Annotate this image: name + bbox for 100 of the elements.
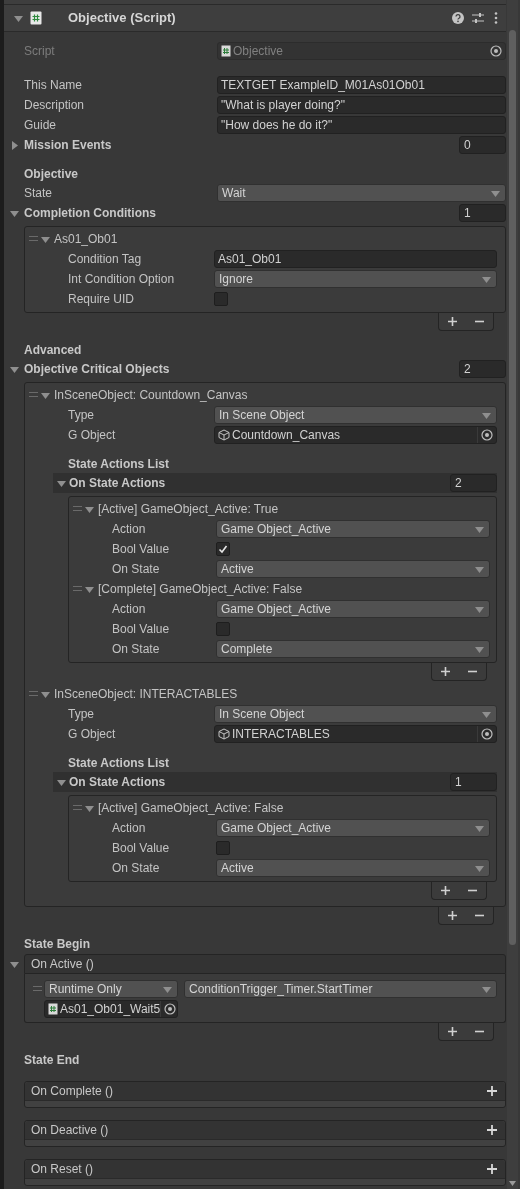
add-button[interactable] xyxy=(487,1125,497,1135)
text-field[interactable]: As01_Ob01 xyxy=(214,250,497,268)
scrollbar[interactable] xyxy=(507,0,518,1189)
cube-icon xyxy=(218,429,230,441)
field-label: Bool Value xyxy=(112,621,171,638)
object-field[interactable]: Countdown_Canvas xyxy=(214,426,497,444)
cube-icon xyxy=(218,728,230,740)
kebab-icon xyxy=(494,12,498,24)
element-title: InSceneObject: INTERACTABLES xyxy=(54,686,238,703)
object-field[interactable]: INTERACTABLES xyxy=(214,725,497,743)
target-icon xyxy=(481,429,493,441)
field-label: Int Condition Option xyxy=(68,271,176,288)
presets-button[interactable] xyxy=(472,12,484,24)
element-title: [Active] GameObject_Active: False xyxy=(98,800,284,817)
caret-down-icon xyxy=(491,188,500,198)
plus-icon xyxy=(487,1125,497,1135)
help-button[interactable] xyxy=(452,12,464,24)
field-label: Bool Value xyxy=(112,840,171,857)
caret-down-icon xyxy=(475,524,484,534)
caret-down-icon xyxy=(475,863,484,873)
add-button[interactable] xyxy=(441,886,450,895)
text-field[interactable]: "How does he do it?" xyxy=(217,116,506,134)
drag-handle-icon xyxy=(33,986,42,992)
section-header: State End xyxy=(24,1052,81,1069)
add-button[interactable] xyxy=(487,1086,497,1096)
foldout-label: Objective Critical Objects xyxy=(24,361,171,378)
component-header[interactable]: Objective (Script) xyxy=(4,5,506,32)
caret-down-icon xyxy=(482,410,491,420)
add-button[interactable] xyxy=(448,1027,457,1036)
field-label: Require UID xyxy=(68,291,136,308)
plus-icon xyxy=(487,1086,497,1096)
checkbox[interactable] xyxy=(216,622,230,636)
foldout-label: Completion Conditions xyxy=(24,205,157,222)
caret-down-icon xyxy=(475,604,484,614)
field-label: Action xyxy=(112,820,147,837)
section-header: State Actions List xyxy=(68,755,170,772)
menu-button[interactable] xyxy=(494,12,498,24)
list-header[interactable]: On State Actions 2 xyxy=(53,473,497,493)
dropdown[interactable]: Runtime Only xyxy=(44,980,178,998)
list-header[interactable]: On State Actions 1 xyxy=(53,772,497,792)
plus-icon xyxy=(448,1027,457,1036)
field-label: This Name xyxy=(24,77,83,94)
foldout-label: On State Actions xyxy=(69,774,167,791)
target-icon xyxy=(490,45,502,57)
count-field[interactable]: 1 xyxy=(459,204,506,222)
drag-handle-icon xyxy=(73,506,82,512)
dropdown[interactable]: Complete xyxy=(216,640,490,658)
component-title: Objective (Script) xyxy=(68,9,177,28)
caret-down-icon xyxy=(475,644,484,654)
field-label: Action xyxy=(112,601,147,618)
plus-icon xyxy=(487,1164,497,1174)
drag-handle-icon xyxy=(73,805,82,811)
dropdown[interactable]: Wait xyxy=(217,184,506,202)
dropdown[interactable]: ConditionTrigger_Timer.StartTimer xyxy=(184,980,497,998)
plus-icon xyxy=(441,886,450,895)
field-label: Action xyxy=(112,521,147,538)
dropdown[interactable]: Game Object_Active xyxy=(216,520,490,538)
dropdown[interactable]: In Scene Object xyxy=(214,705,497,723)
script-file-icon xyxy=(48,1003,58,1015)
add-button[interactable] xyxy=(448,911,457,920)
script-file-icon xyxy=(221,45,231,57)
caret-down-icon xyxy=(475,564,484,574)
add-button[interactable] xyxy=(487,1164,497,1174)
element-title: [Active] GameObject_Active: True xyxy=(98,501,279,518)
count-field[interactable]: 1 xyxy=(450,773,497,791)
checkbox[interactable] xyxy=(216,841,230,855)
event-label: On Deactive () xyxy=(31,1122,110,1139)
add-button[interactable] xyxy=(448,317,457,326)
field-label: On State xyxy=(112,860,161,877)
section-header: State Actions List xyxy=(68,456,170,473)
element-title: [Complete] GameObject_Active: False xyxy=(98,581,303,598)
caret-down-icon xyxy=(163,984,172,994)
count-field[interactable]: 0 xyxy=(459,136,506,154)
caret-down-icon xyxy=(475,823,484,833)
help-icon xyxy=(452,12,464,24)
dropdown[interactable]: In Scene Object xyxy=(214,406,497,424)
dropdown[interactable]: Ignore xyxy=(214,270,497,288)
checkbox[interactable] xyxy=(214,292,228,306)
checkbox[interactable] xyxy=(216,542,230,556)
field-label: G Object xyxy=(68,726,117,743)
checkmark-icon xyxy=(218,544,228,554)
dropdown[interactable]: Active xyxy=(216,859,490,877)
count-field[interactable]: 2 xyxy=(459,360,506,378)
caret-down-icon xyxy=(482,709,491,719)
dropdown[interactable]: Game Object_Active xyxy=(216,600,490,618)
field-label: G Object xyxy=(68,427,117,444)
field-label: On State xyxy=(112,561,161,578)
element-title: As01_Ob01 xyxy=(54,231,118,248)
plus-icon xyxy=(448,317,457,326)
text-field[interactable]: TEXTGET ExampleID_M01As01Ob01 xyxy=(217,76,506,94)
dropdown[interactable]: Game Object_Active xyxy=(216,819,490,837)
count-field[interactable]: 2 xyxy=(450,474,497,492)
drag-handle-icon xyxy=(73,586,82,592)
section-header: Objective xyxy=(24,166,80,183)
text-field[interactable]: "What is player doing?" xyxy=(217,96,506,114)
dropdown[interactable]: Active xyxy=(216,560,490,578)
plus-icon xyxy=(448,911,457,920)
field-label: Script xyxy=(24,43,56,60)
add-button[interactable] xyxy=(441,667,450,676)
object-field[interactable]: As01_Ob01_Wait5 xyxy=(44,1000,178,1018)
